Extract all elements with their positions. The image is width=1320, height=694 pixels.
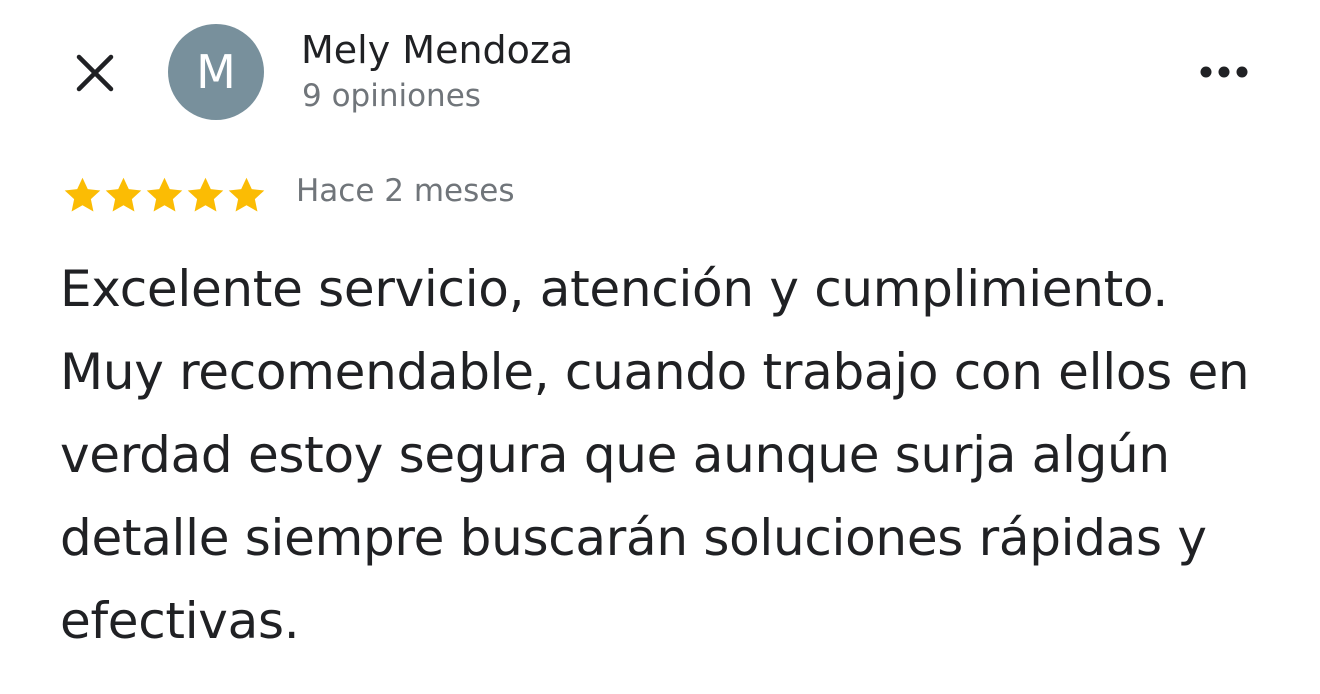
review-text: Excelente servicio, atención y cumplimie… (60, 260, 1250, 650)
star-filled-icon (228, 177, 265, 212)
more-options-button[interactable] (1188, 46, 1260, 98)
avatar-initial: M (196, 45, 236, 99)
avatar[interactable]: M (168, 24, 264, 120)
star-filled-icon (105, 177, 142, 212)
star-filled-icon (187, 177, 224, 212)
author-name[interactable]: Mely Mendoza (301, 28, 573, 72)
star-filled-icon (64, 177, 101, 212)
close-icon (76, 54, 114, 92)
review-date: Hace 2 meses (296, 173, 515, 209)
more-horizontal-icon (1200, 66, 1248, 78)
review-count: 9 opiniones (302, 78, 481, 114)
star-rating (62, 174, 267, 216)
close-button[interactable] (62, 40, 128, 106)
stars-container (62, 175, 267, 216)
star-filled-icon (146, 177, 183, 212)
